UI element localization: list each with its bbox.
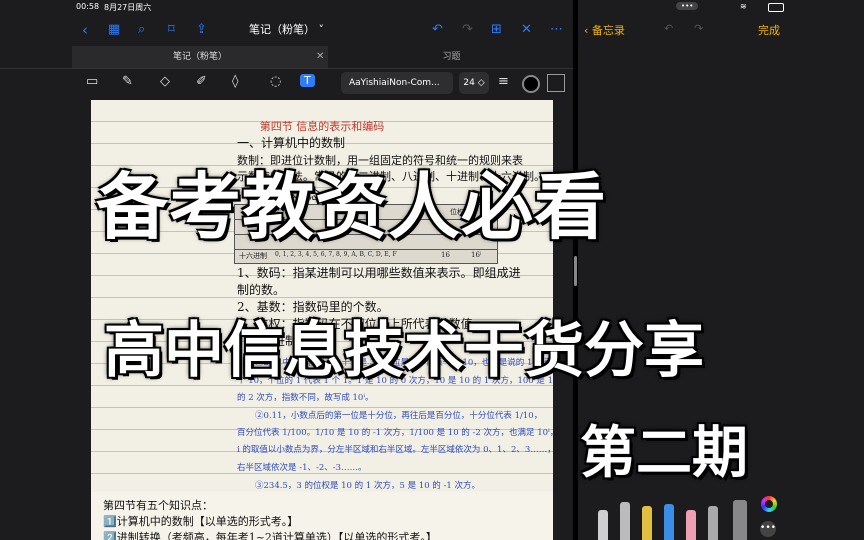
tab-notes[interactable]: 笔记（粉笔） xyxy=(72,46,328,68)
overlay-title: 备考教资人必看 xyxy=(96,165,608,249)
undo-icon[interactable]: ↶ xyxy=(432,14,443,46)
no-fill-icon[interactable] xyxy=(547,74,565,92)
eraser-tool-icon[interactable] xyxy=(686,510,696,540)
notes-app-pane: 00:58 8月27日周六 ‹ ▦ ⌕ ⌑ ⇪ 笔记（粉笔） ˅ ↶ ↷ ⊞ ✕… xyxy=(0,0,573,540)
tool-more-button[interactable]: ••• xyxy=(760,521,776,537)
more-icon[interactable]: ⋯ xyxy=(550,14,563,46)
pen-tool-icon[interactable] xyxy=(598,510,608,540)
memo-back-label: 备忘录 xyxy=(591,24,625,37)
status-date: 8月27日周六 xyxy=(104,3,152,12)
summary-line: 第四节有五个知识点： xyxy=(103,499,213,512)
redo-icon[interactable]: ↷ xyxy=(462,14,473,46)
marker-tool-icon[interactable] xyxy=(620,502,630,540)
document-title[interactable]: 笔记（粉笔） ˅ xyxy=(0,14,573,46)
tab-exercises-label: 习题 xyxy=(442,52,461,62)
split-view-handle[interactable] xyxy=(574,256,577,286)
text-tool-icon[interactable]: T xyxy=(300,74,315,87)
summary-line: 1️⃣计算机中的数制【以单选的形式考。】 xyxy=(103,515,299,528)
overlay-subtitle: 高中信息技术干货分享 xyxy=(104,316,704,386)
shapes-icon[interactable]: ◊ xyxy=(232,74,238,89)
document-tabs: 笔记（粉笔） ✕ 习题 xyxy=(0,46,573,69)
blue-note-line: ③234.5，3 的位权是 10 的 1 次方，5 是 10 的 -1 次方。 xyxy=(255,481,480,491)
wifi-icon: ≋ xyxy=(740,2,747,11)
eraser-icon[interactable]: ◇ xyxy=(160,74,170,89)
blue-note-line: 的 2 次方，指数不同，故写成 10ⁱ。 xyxy=(237,393,374,403)
document-title-text: 笔记（粉笔） xyxy=(249,23,315,36)
ruler-tool-icon[interactable] xyxy=(733,500,747,540)
highlighter-icon[interactable]: ✐ xyxy=(196,74,207,89)
tab-notes-label: 笔记（粉笔） xyxy=(172,52,227,62)
blue-note-line: ②0.11，小数点后的第一位是十分位，再往后是百分位，十分位代表 1/10， xyxy=(255,411,543,421)
status-bar: 00:58 8月27日周六 xyxy=(0,0,573,14)
font-selector[interactable]: AaYishiaiNon-Com... xyxy=(341,72,453,94)
multitask-dots-icon[interactable]: ••• xyxy=(676,2,699,10)
pencil-tool-icon[interactable] xyxy=(664,504,674,540)
page-heading: 第四节 信息的表示和编码 xyxy=(259,120,385,133)
lasso-tool-icon[interactable] xyxy=(708,506,718,540)
note-line: 1、数码：指某进制可以用哪些数值来表示。即组成进 xyxy=(237,266,521,280)
blue-note-line: i 的取值以小数点为界，分左半区域和右半区域。左半区域依次为 0、1、2、3……… xyxy=(237,445,553,455)
memo-back-button[interactable]: ‹ 备忘录 xyxy=(584,22,625,38)
blue-note-line: 右半区域依次是 -1、-2、-3……。 xyxy=(237,463,367,473)
font-size-selector[interactable]: 24 ◇ xyxy=(459,72,489,94)
memo-undo-icon[interactable]: ↶ xyxy=(664,22,673,35)
highlighter-tool-icon[interactable] xyxy=(642,506,652,540)
next-page-preview[interactable]: 第四节有五个知识点： 1️⃣计算机中的数制【以单选的形式考。】 2️⃣进制转换（… xyxy=(91,492,553,540)
overlay-episode: 第二期 xyxy=(580,421,748,486)
summary-line: 2️⃣进制转换（考频高，每年考1~2道计算单选）【以单选的形式考。】 xyxy=(103,531,437,540)
page-view-icon[interactable]: ▭ xyxy=(86,74,98,89)
align-icon[interactable]: ≡ xyxy=(498,74,509,89)
note-line: 制的数。 xyxy=(237,283,286,297)
tab-close-icon[interactable]: ✕ xyxy=(316,46,324,68)
blue-note-line: 百分位代表 1/100。1/10 是 10 的 -1 次方，1/100 是 10… xyxy=(237,428,553,438)
memo-done-button[interactable]: 完成 xyxy=(758,22,780,38)
status-time: 00:58 xyxy=(76,2,100,11)
pen-icon[interactable]: ✎ xyxy=(122,74,133,89)
color-picker-icon[interactable] xyxy=(761,496,777,512)
add-page-icon[interactable]: ⊞ xyxy=(491,14,502,46)
pencil-tool-palette xyxy=(588,490,788,540)
battery-icon xyxy=(768,3,784,12)
notes-top-bar: ‹ ▦ ⌕ ⌑ ⇪ 笔记（粉笔） ˅ ↶ ↷ ⊞ ✕ ⋯ xyxy=(0,14,573,46)
lasso-icon[interactable]: ◌ xyxy=(270,74,281,89)
tab-exercises[interactable]: 习题 xyxy=(330,46,573,68)
close-icon[interactable]: ✕ xyxy=(521,14,532,46)
color-swatch[interactable] xyxy=(522,75,540,93)
memo-redo-icon[interactable]: ↷ xyxy=(694,22,703,35)
